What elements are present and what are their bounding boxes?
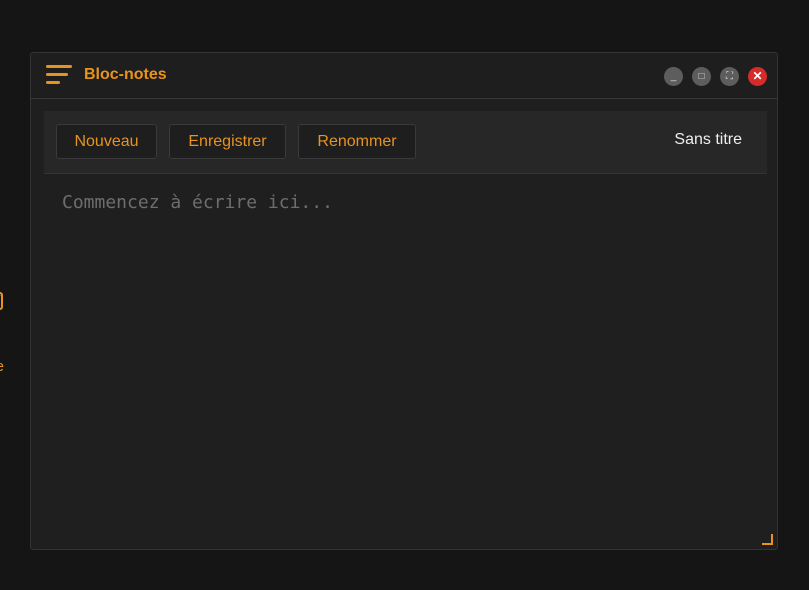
document-name: Sans titre (674, 131, 742, 148)
desktop-icon-label: urrie (0, 358, 4, 375)
resize-handle[interactable] (762, 534, 773, 545)
hamburger-menu-icon[interactable] (46, 64, 74, 86)
maximize-icon: □ (698, 71, 705, 82)
desktop: urrie Bloc-notes _ □ ⛶ ✕ Nouveau (0, 0, 809, 590)
fullscreen-icon: ⛶ (726, 71, 733, 82)
new-button[interactable]: Nouveau (56, 124, 157, 159)
window-title: Bloc-notes (84, 66, 167, 83)
close-icon: ✕ (752, 69, 763, 83)
save-button[interactable]: Enregistrer (169, 124, 286, 159)
notepad-window: Bloc-notes _ □ ⛶ ✕ Nouveau Enregistrer R… (30, 52, 778, 550)
title-bar[interactable]: Bloc-notes _ □ ⛶ ✕ (31, 53, 777, 99)
minimize-button[interactable]: _ (664, 67, 683, 86)
mail-icon (0, 292, 3, 310)
rename-button[interactable]: Renommer (298, 124, 416, 159)
minimize-icon: _ (670, 71, 677, 82)
editor-textarea[interactable] (44, 174, 767, 544)
maximize-button[interactable]: □ (692, 67, 711, 86)
toolbar: Nouveau Enregistrer Renommer Sans titre (44, 111, 767, 174)
fullscreen-button[interactable]: ⛶ (720, 67, 739, 86)
close-button[interactable]: ✕ (748, 67, 767, 86)
